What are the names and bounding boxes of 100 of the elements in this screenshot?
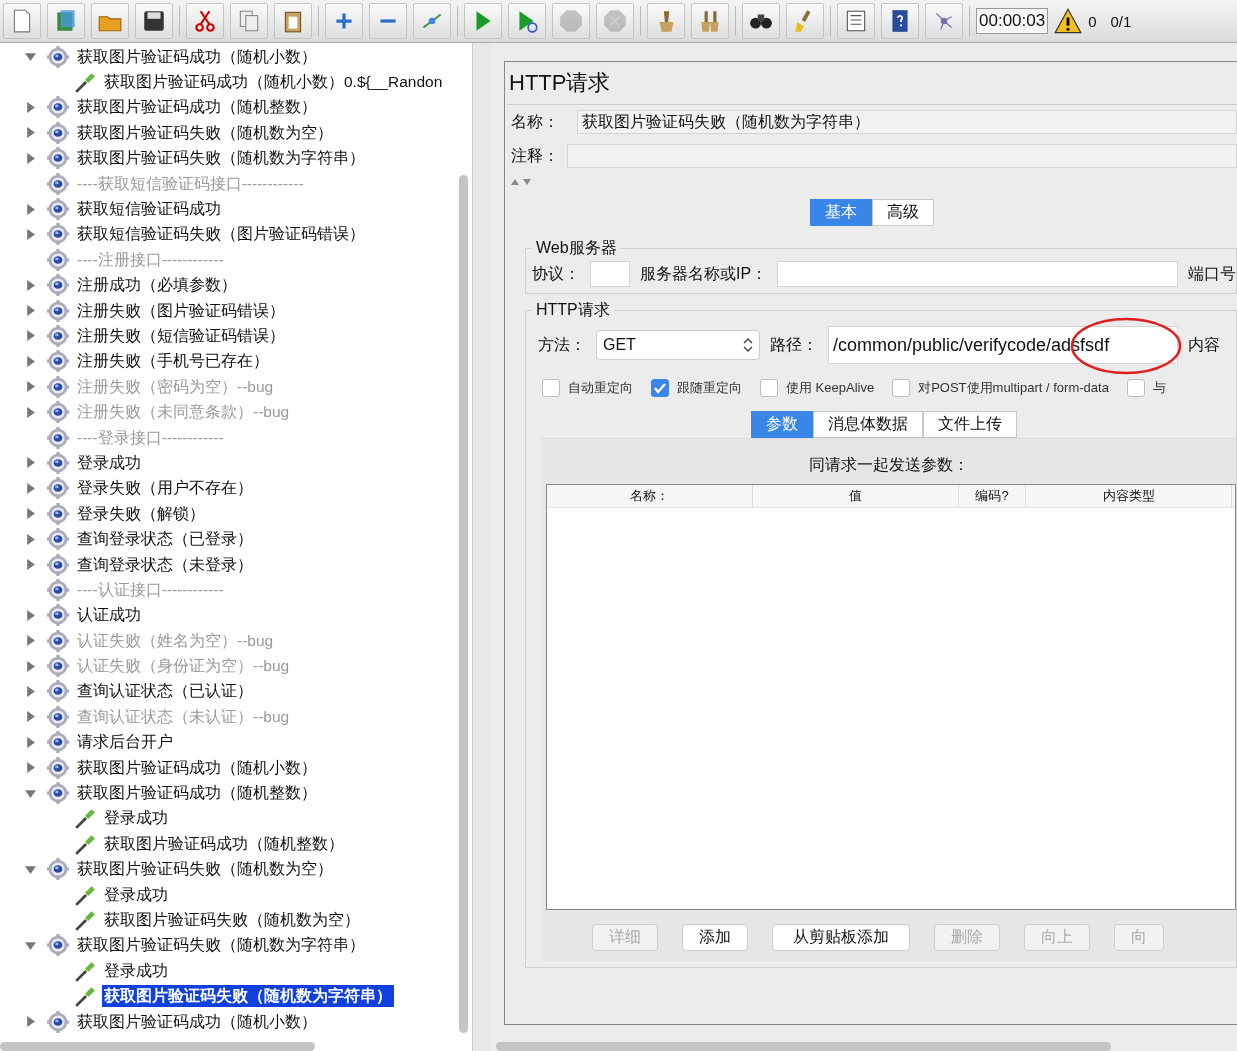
tree-node[interactable]: 获取图片验证码成功（随机小数） (75, 1010, 319, 1033)
column-header[interactable]: 内容类型 (1026, 485, 1232, 507)
expand-arrow-icon[interactable] (25, 685, 36, 697)
field-label: 注释： (510, 145, 560, 166)
collapse-arrow-icon[interactable] (25, 939, 36, 951)
collapse-arrow-icon[interactable] (25, 787, 36, 799)
expand-arrow-icon[interactable] (25, 279, 36, 291)
column-header[interactable]: 编码? (959, 485, 1026, 507)
tree-node[interactable]: 登录成功 (102, 807, 170, 830)
save-icon[interactable] (141, 8, 167, 34)
tree-node[interactable]: 获取图片验证码失败（随机数为字符串） (75, 147, 367, 170)
table-action-button[interactable]: 添加 (682, 924, 748, 951)
tree-node[interactable]: 获取图片验证码失败（随机数为空） (75, 858, 335, 881)
tab[interactable]: 消息体数据 (813, 411, 923, 438)
server-field[interactable] (777, 261, 1178, 287)
tree-node[interactable]: 登录失败（解锁） (75, 502, 207, 525)
column-header[interactable]: 值 (753, 485, 959, 507)
tree-node[interactable]: 登录成功 (75, 451, 143, 474)
expand-arrow-icon[interactable] (25, 482, 36, 494)
tree-node[interactable]: 获取图片验证码成功（随机整数） (102, 832, 346, 855)
collapse-arrow-icon[interactable] (25, 51, 36, 63)
tab[interactable]: 参数 (751, 411, 813, 438)
expand-arrow-icon[interactable] (25, 762, 36, 774)
scrollbar[interactable] (0, 1042, 315, 1051)
tree-node[interactable]: 登录成功 (102, 883, 170, 906)
checkbox[interactable] (760, 379, 778, 397)
gear-icon (47, 451, 69, 474)
gear-icon (47, 629, 69, 652)
tab[interactable]: 高级 (872, 199, 934, 226)
tree-node[interactable]: 登录成功 (102, 959, 170, 982)
expand-arrow-icon[interactable] (25, 1016, 36, 1028)
name-field[interactable]: 获取图片验证码失败（随机数为字符串） (577, 110, 1237, 134)
field-label: 方法： (538, 334, 586, 355)
tree-node[interactable]: 查询认证状态（已认证） (75, 680, 255, 703)
tab[interactable]: 基本 (810, 199, 872, 226)
tree-node[interactable]: 获取图片验证码成功（随机整数） (75, 782, 319, 804)
tree-node[interactable]: 获取图片验证码成功（随机小数） (75, 756, 319, 779)
tree-node[interactable]: 获取短信验证码失败（图片验证码错误） (75, 223, 367, 246)
column-header[interactable]: 名称： (547, 485, 753, 507)
tree-node[interactable]: 注册失败（手机号已存在） (75, 350, 271, 373)
tree-node[interactable]: 获取图片验证码失败（随机数为字符串） (75, 934, 367, 957)
expand-arrow-icon[interactable] (25, 330, 36, 342)
checkbox[interactable] (1126, 379, 1145, 397)
tree-node[interactable]: 认证成功 (75, 604, 143, 627)
tree-node[interactable]: 登录失败（用户不存在） (75, 477, 255, 500)
collapse-arrow-icon[interactable] (25, 863, 36, 875)
expand-arrow-icon[interactable] (25, 736, 36, 748)
tree-node[interactable]: 获取图片验证码成功（随机整数） (75, 96, 319, 119)
expand-arrow-icon[interactable] (25, 457, 36, 469)
tree-node[interactable]: 获取图片验证码成功（随机小数）0.${__Randon (102, 71, 445, 94)
split-arrows-icon[interactable] (511, 178, 533, 186)
stepper-arrows-icon[interactable] (743, 337, 753, 353)
field-label: 协议： (532, 263, 580, 284)
protocol-field[interactable] (590, 261, 630, 287)
expand-arrow-icon[interactable] (25, 609, 36, 621)
tree-node[interactable]: 查询登录状态（已登录） (75, 528, 255, 551)
checkbox[interactable] (542, 379, 560, 397)
scrollbar[interactable] (459, 175, 468, 1033)
checkbox-label: 自动重定向 (568, 379, 633, 397)
tree-node[interactable]: 获取图片验证码失败（随机数为字符串） (102, 985, 394, 1008)
checkbox-label: 跟随重定向 (677, 379, 742, 397)
gear-icon (47, 147, 69, 170)
tree-node[interactable]: 注册失败（图片验证码错误） (75, 299, 287, 322)
gear-icon (47, 782, 69, 804)
expand-arrow-icon[interactable] (25, 533, 36, 545)
expand-arrow-icon[interactable] (25, 101, 36, 113)
expand-arrow-icon[interactable] (25, 508, 36, 520)
gear-icon (47, 553, 69, 576)
expand-arrow-icon[interactable] (25, 152, 36, 164)
gear-icon (47, 756, 69, 779)
expand-arrow-icon[interactable] (25, 355, 36, 367)
tree-node[interactable]: 注册成功（必填参数） (75, 274, 239, 297)
gear-icon (47, 578, 69, 601)
comment-field[interactable] (567, 144, 1237, 168)
tree-node[interactable]: 请求后台开户 (75, 731, 175, 754)
table-action-button[interactable]: 从剪贴板添加 (772, 924, 910, 951)
expand-arrow-icon[interactable] (25, 559, 36, 570)
tree-node[interactable]: 获取图片验证码失败（随机数为空） (102, 908, 362, 931)
expand-arrow-icon[interactable] (25, 305, 36, 317)
expand-arrow-icon[interactable] (25, 203, 36, 215)
tree-node[interactable]: 获取图片验证码失败（随机数为空） (75, 121, 335, 144)
tree-node[interactable]: 获取图片验证码成功（随机小数） (75, 45, 319, 68)
checkbox[interactable] (892, 379, 911, 397)
gear-icon (47, 705, 69, 728)
expand-arrow-icon[interactable] (25, 127, 36, 139)
panel-title: HTTP请求 (507, 62, 1237, 105)
tree-node[interactable]: 查询登录状态（未登录） (75, 553, 255, 576)
table-title: 同请求一起发送参数： (808, 455, 970, 475)
tab[interactable]: 文件上传 (923, 411, 1017, 438)
tree-node[interactable]: 获取短信验证码成功 (75, 198, 223, 221)
method-select[interactable]: GET (596, 330, 760, 360)
tree-node[interactable]: 注册失败（短信验证码错误） (75, 325, 287, 347)
gear-icon (47, 502, 69, 525)
checkbox[interactable] (651, 379, 669, 397)
expand-arrow-icon[interactable] (25, 228, 36, 240)
warning-icon[interactable] (1054, 8, 1083, 34)
gear-icon (47, 731, 69, 754)
cut-icon[interactable] (192, 8, 218, 34)
section-title: HTTP请求 (535, 300, 611, 320)
scrollbar[interactable] (496, 1042, 1111, 1051)
